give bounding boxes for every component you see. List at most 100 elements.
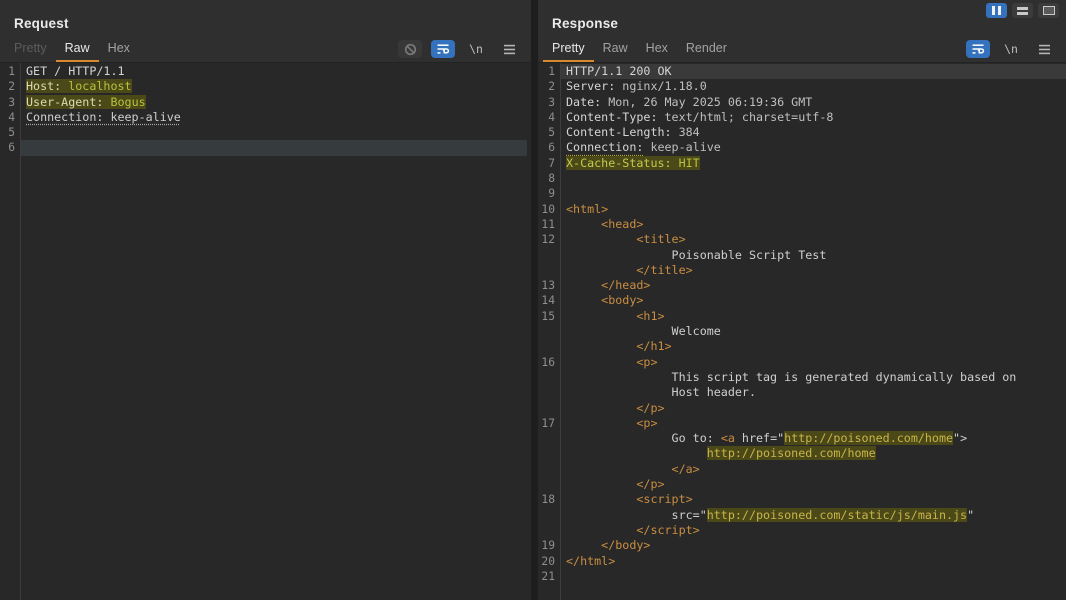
code-line-content: <p> This script tag is generated dynamic… <box>560 355 1066 416</box>
code-line-content <box>20 140 527 155</box>
code-segment: This script tag is generated dynamically… <box>566 370 1016 384</box>
code-segment: 384 <box>672 125 700 139</box>
code-line: 21 <box>538 569 1066 584</box>
word-wrap-icon[interactable] <box>966 40 990 58</box>
code-line: 20</html> <box>538 554 1066 569</box>
code-segment: Content-Type: <box>566 110 657 124</box>
line-number: 17 <box>538 416 560 492</box>
line-number: 18 <box>538 492 560 538</box>
line-number: 5 <box>0 125 20 140</box>
code-visual-row: Date: Mon, 26 May 2025 06:19:36 GMT <box>566 95 1066 110</box>
code-line: 10<html> <box>538 202 1066 217</box>
code-line-content: Host: localhost <box>20 79 527 94</box>
code-line: 9 <box>538 186 1066 201</box>
request-tabs: PrettyRawHex <box>5 38 139 62</box>
code-visual-row: <h1> <box>566 309 1066 324</box>
code-segment: nginx/1.18.0 <box>615 79 706 93</box>
code-line-content: <script> src="http://poisoned.com/static… <box>560 492 1066 538</box>
code-segment: X-Cache-Status: <box>566 156 672 170</box>
code-visual-row: </script> <box>566 523 1066 538</box>
line-number: 4 <box>0 110 20 125</box>
layout-rows-icon[interactable] <box>1012 3 1033 18</box>
code-line-content <box>560 186 1066 201</box>
code-visual-row: X-Cache-Status: HIT <box>566 156 1066 171</box>
request-response-panels: Request PrettyRawHex \n 1GET / HTTP/1.12… <box>0 0 1066 600</box>
word-wrap-icon[interactable] <box>431 40 455 58</box>
request-editor[interactable]: 1GET / HTTP/1.12Host: localhost3User-Age… <box>0 62 531 600</box>
code-line: 1HTTP/1.1 200 OK <box>538 64 1066 79</box>
code-segment: keep-alive <box>643 140 720 154</box>
response-panel: Response PrettyRawHexRender \n 1HTTP/1.1… <box>538 0 1066 600</box>
code-segment: <title> <box>566 232 686 246</box>
code-segment: Host: <box>26 79 61 93</box>
code-line: 4Connection: keep-alive <box>0 110 531 125</box>
code-visual-row: <title> <box>566 232 1066 247</box>
tab-hex[interactable]: Hex <box>99 38 139 62</box>
code-segment: <head> <box>566 217 643 231</box>
code-segment: </html> <box>566 554 615 568</box>
code-visual-row <box>566 569 1066 584</box>
tab-raw[interactable]: Raw <box>56 38 99 62</box>
code-segment: Server: <box>566 79 615 93</box>
code-line-content: Date: Mon, 26 May 2025 06:19:36 GMT <box>560 95 1066 110</box>
code-segment: localhost <box>68 79 131 93</box>
layout-combined-icon[interactable] <box>1038 3 1059 18</box>
line-number: 12 <box>538 232 560 278</box>
show-newlines-icon[interactable]: \n <box>464 40 488 58</box>
tab-pretty: Pretty <box>5 38 56 62</box>
tab-raw[interactable]: Raw <box>594 38 637 62</box>
line-number: 13 <box>538 278 560 293</box>
code-visual-row: <head> <box>566 217 1066 232</box>
code-visual-row <box>566 171 1066 186</box>
code-segment: <html> <box>566 202 608 216</box>
code-visual-row: <html> <box>566 202 1066 217</box>
code-segment: <p> <box>566 416 657 430</box>
code-visual-row: Connection: keep-alive <box>566 140 1066 155</box>
code-visual-row: User-Agent: Bogus <box>26 95 527 110</box>
tab-render[interactable]: Render <box>677 38 736 62</box>
code-line-content: X-Cache-Status: HIT <box>560 156 1066 171</box>
code-line-content: Content-Type: text/html; charset=utf-8 <box>560 110 1066 125</box>
code-line-content: Connection: keep-alive <box>560 140 1066 155</box>
editor-menu-icon[interactable] <box>497 40 521 58</box>
request-title: Request <box>14 16 69 31</box>
editor-menu-icon[interactable] <box>1032 40 1056 58</box>
code-segment: </script> <box>566 523 700 537</box>
code-visual-row: </head> <box>566 278 1066 293</box>
show-newlines-icon[interactable]: \n <box>999 40 1023 58</box>
code-visual-row: <body> <box>566 293 1066 308</box>
code-visual-row <box>566 186 1066 201</box>
code-visual-row: Host header. <box>566 385 1066 400</box>
prettify-disabled-icon[interactable] <box>398 40 422 58</box>
code-visual-row: GET / HTTP/1.1 <box>26 64 527 79</box>
code-visual-row: <p> <box>566 416 1066 431</box>
code-visual-row: </p> <box>566 477 1066 492</box>
code-line: 3User-Agent: Bogus <box>0 95 531 110</box>
tab-pretty[interactable]: Pretty <box>543 38 594 62</box>
line-number: 4 <box>538 110 560 125</box>
code-visual-row: </title> <box>566 263 1066 278</box>
code-segment: Go to: <box>566 431 721 445</box>
code-segment: </head> <box>566 278 650 292</box>
code-segment: Host header. <box>566 385 756 399</box>
code-visual-row <box>26 125 527 140</box>
code-segment: <h1> <box>566 309 665 323</box>
code-line-content: HTTP/1.1 200 OK <box>560 64 1066 79</box>
request-panel: Request PrettyRawHex \n 1GET / HTTP/1.12… <box>0 0 531 600</box>
code-line-content <box>560 171 1066 186</box>
code-line-content: <html> <box>560 202 1066 217</box>
panel-splitter[interactable] <box>531 0 538 600</box>
line-number: 21 <box>538 569 560 584</box>
tab-hex[interactable]: Hex <box>637 38 677 62</box>
layout-columns-icon[interactable] <box>986 3 1007 18</box>
code-segment: <a <box>721 431 735 445</box>
code-segment: text/html; charset=utf-8 <box>657 110 833 124</box>
code-segment: Poisonable Script Test <box>566 248 826 262</box>
code-visual-row: HTTP/1.1 200 OK <box>566 64 1066 79</box>
code-line: 3 Date: Mon, 26 May 2025 06:19:36 GMT <box>538 95 1066 110</box>
response-editor[interactable]: 1HTTP/1.1 200 OK2Server: nginx/1.18.03Da… <box>538 62 1066 600</box>
line-number: 3 <box>538 95 560 110</box>
line-number: 7 <box>538 156 560 171</box>
code-line: 15 <h1> Welcome </h1> <box>538 309 1066 355</box>
response-tabbar: PrettyRawHexRender \n <box>538 37 1066 62</box>
